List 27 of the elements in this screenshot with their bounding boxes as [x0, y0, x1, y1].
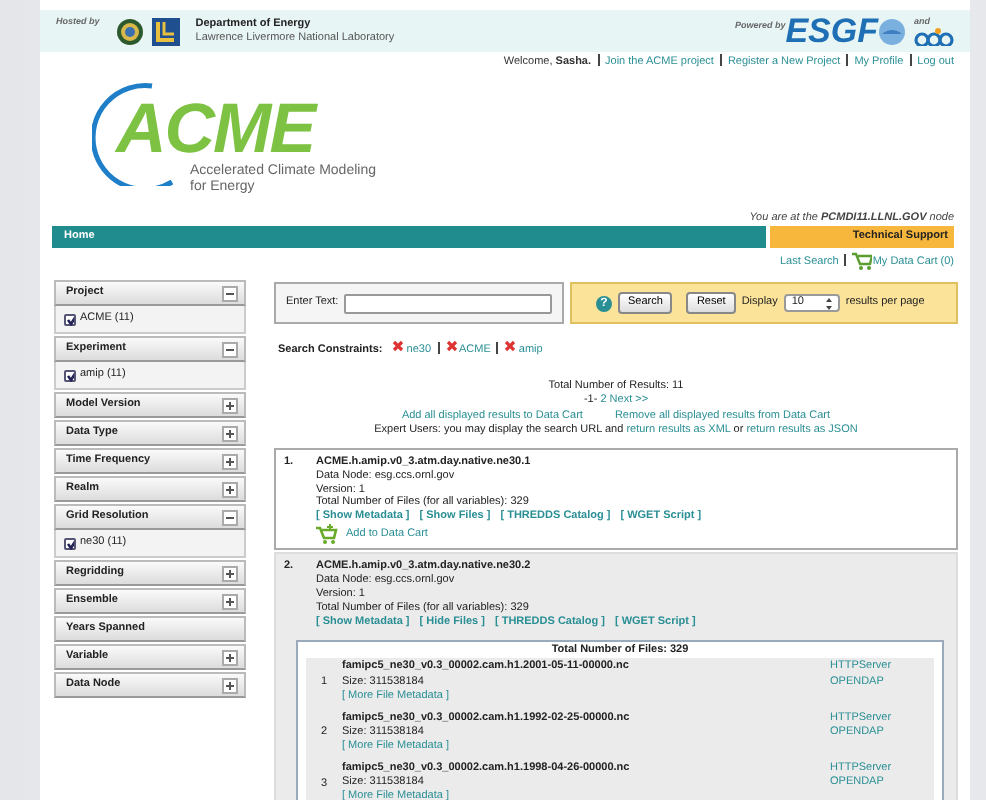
gears-logo-icon [914, 27, 954, 46]
esgf-logo: ESGF [785, 14, 878, 48]
collapse-icon[interactable] [222, 341, 238, 358]
expand-icon[interactable] [222, 593, 238, 610]
logo-title: ACME [116, 93, 320, 164]
expand-icon[interactable] [222, 425, 238, 442]
collapse-icon[interactable] [222, 509, 238, 526]
remove-icon [504, 340, 517, 353]
seal-icon [115, 17, 144, 45]
expand-icon[interactable] [222, 397, 238, 414]
search-field[interactable] [344, 293, 552, 314]
remove-icon [445, 340, 458, 353]
expand-icon[interactable] [222, 481, 238, 498]
updown-icon [825, 297, 832, 310]
checkbox[interactable] [64, 369, 76, 382]
collapse-icon[interactable] [222, 285, 238, 302]
checkbox[interactable] [64, 537, 76, 550]
checkbox[interactable] [64, 313, 76, 326]
globe-icon [878, 17, 906, 45]
expand-icon[interactable] [222, 677, 238, 694]
cart-add-icon [316, 524, 338, 545]
cart-icon [852, 252, 873, 271]
expand-icon[interactable] [222, 649, 238, 666]
expand-icon[interactable] [222, 453, 238, 470]
remove-icon [392, 340, 405, 353]
lab-logo-icon [151, 17, 180, 45]
expand-icon[interactable] [222, 565, 238, 582]
